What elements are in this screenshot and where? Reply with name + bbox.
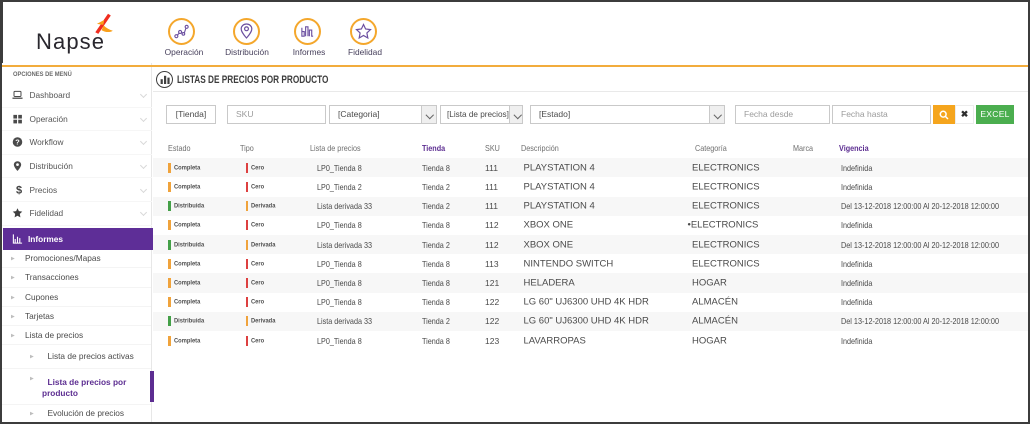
svg-text:?: ?: [15, 138, 20, 147]
